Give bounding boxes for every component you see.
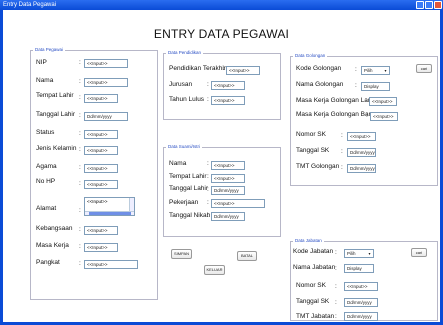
minimize-icon[interactable] — [416, 1, 424, 9]
label-kode-golongan: Kode Golongan — [296, 65, 342, 72]
label-tanggal-lahir-pasangan: Tanggal Lahir — [169, 185, 209, 192]
group-data-pegawai: Data Pegawai NIP : <<Input>> Nama : <<In… — [30, 47, 158, 300]
close-icon[interactable] — [434, 1, 442, 9]
cari-jabatan-button[interactable]: cari — [411, 248, 427, 257]
label-tempat-lahir-pasangan: Tempat Lahir — [169, 173, 207, 180]
label-pendidikan-terakhir: Pendidikan Terakhir — [169, 65, 226, 72]
label-alamat: Alamat — [36, 205, 57, 212]
agama-input[interactable]: <<Input>> — [84, 164, 118, 173]
kode-golongan-select[interactable]: Pilih ▾ — [361, 66, 390, 75]
label-nama-golongan: Nama Golongan — [296, 81, 344, 88]
tanggal-sk-jabatan-input[interactable]: Dd/mm/yyyy — [344, 298, 378, 307]
tanggal-lahir-input[interactable]: Dd/mm/yyyy — [84, 112, 128, 121]
label-status: Status — [36, 129, 55, 136]
masa-kerja-golongan-lama-input[interactable]: <<Input>> — [369, 97, 397, 106]
tanggal-sk-golongan-input[interactable]: Dd/mm/yyyy — [347, 148, 376, 157]
pendidikan-terakhir-input[interactable]: <<Input>> — [226, 66, 260, 75]
jurusan-input[interactable]: <<Input>> — [211, 81, 245, 90]
alamat-textarea[interactable]: <<Input>> — [84, 197, 135, 216]
label-masa-kerja-golongan-baru: Masa Kerja Golongan Baru — [296, 111, 375, 118]
alamat-value: <<Input>> — [87, 199, 108, 204]
tmt-golongan-input[interactable]: Dd/mm/yyyy — [347, 164, 376, 173]
label-tempat-lahir: Tempat Lahir — [36, 92, 74, 99]
tanggal-lahir-pasangan-input[interactable]: Dd/mm/yyyy — [211, 186, 245, 195]
group-data-suami-istri: Data Suami/Istri Nama : <<Input>> Tempat… — [163, 144, 281, 237]
label-masa-kerja: Masa Kerja — [36, 242, 69, 249]
label-tanggal-sk-golongan: Tanggal SK — [296, 147, 330, 154]
window-titlebar: Entry Data Pegawai — [0, 0, 443, 10]
label-nomor-sk-jabatan: Nomor SK — [296, 282, 326, 289]
group-legend: Data Jabatan — [293, 238, 324, 243]
nomor-sk-jabatan-input[interactable]: <<Input>> — [344, 282, 378, 291]
label-kode-jabatan: Kode Jabatan — [293, 248, 334, 255]
pangkat-input[interactable]: <<Input>> — [84, 260, 138, 269]
nomor-sk-golongan-input[interactable]: <<Input>> — [347, 132, 376, 141]
label-nama-pasangan: Nama — [169, 160, 187, 167]
label-nomor-sk-golongan: Nomor SK — [296, 131, 326, 138]
kode-golongan-value: Pilih — [364, 68, 373, 73]
label-nama-jabatan: Nama Jabatan — [293, 264, 336, 271]
keluar-button[interactable]: KELUAR — [204, 265, 225, 275]
tempat-lahir-pasangan-input[interactable]: <<Input>> — [211, 174, 245, 183]
batal-button[interactable]: BATAL — [237, 251, 257, 261]
label-tanggal-lahir: Tanggal Lahir — [36, 111, 76, 118]
group-data-pendidikan: Data Pendidikan Pendidikan Terakhir : <<… — [163, 50, 281, 120]
tempat-lahir-input[interactable]: <<Input>> — [84, 94, 118, 103]
label-kebangsaan: Kebangsaan — [36, 225, 73, 232]
status-input[interactable]: <<Input>> — [84, 130, 118, 139]
group-legend: Data Golongan — [293, 53, 328, 58]
masa-kerja-input[interactable]: <<Input>> — [84, 243, 118, 252]
nip-input[interactable]: <<Input>> — [84, 59, 128, 68]
nama-jabatan-display: Display — [344, 264, 374, 273]
no-hp-input[interactable]: <<Input>> — [84, 180, 118, 189]
chevron-down-icon[interactable]: ▾ — [367, 251, 372, 256]
label-jenis-kelamin: Jenis Kelamin — [36, 145, 77, 152]
jenis-kelamin-input[interactable]: <<Input>> — [84, 146, 118, 155]
nama-input[interactable]: <<Input>> — [84, 78, 128, 87]
label-no-hp: No HP — [36, 178, 56, 185]
group-data-golongan: Data Golongan Kode Golongan : Pilih ▾ ca… — [290, 53, 438, 186]
label-nip: NIP — [36, 59, 47, 66]
label-tmt-jabatan: TMT Jabatan — [296, 313, 335, 320]
alamat-horizontal-scrollbar[interactable] — [85, 211, 134, 215]
kode-jabatan-select[interactable]: Pilih ▾ — [344, 249, 374, 258]
label-tmt-golongan: TMT Golongan — [296, 163, 340, 170]
kebangsaan-input[interactable]: <<Input>> — [84, 226, 118, 235]
kode-jabatan-value: Pilih — [347, 251, 356, 256]
nama-golongan-display: Display — [361, 82, 390, 91]
cari-golongan-button[interactable]: cari — [416, 64, 432, 73]
label-pekerjaan: Pekerjaan — [169, 199, 199, 206]
label-agama: Agama — [36, 163, 57, 170]
window-title: Entry Data Pegawai — [3, 2, 57, 8]
label-tanggal-nikah: Tanggal Nikah — [169, 212, 211, 219]
label-nama: Nama — [36, 77, 54, 84]
label-jurusan: Jurusan — [169, 81, 193, 88]
group-data-jabatan: Data Jabatan Kode Jabatan : Pilih ▾ cari… — [290, 238, 438, 321]
simpan-button[interactable]: SIMPAN — [171, 249, 192, 259]
group-legend: Data Suami/Istri — [166, 144, 203, 149]
nama-pasangan-input[interactable]: <<Input>> — [211, 161, 245, 170]
tmt-jabatan-input[interactable]: Dd/mm/yyyy — [344, 312, 378, 321]
tahun-lulus-input[interactable]: <<Input>> — [211, 96, 245, 105]
label-tanggal-sk-jabatan: Tanggal SK — [296, 298, 330, 305]
page-title: ENTRY DATA PEGAWAI — [153, 27, 290, 41]
label-pangkat: Pangkat — [36, 259, 60, 266]
group-legend: Data Pendidikan — [166, 50, 204, 55]
masa-kerja-golongan-baru-input[interactable]: <<Input>> — [370, 112, 398, 121]
maximize-icon[interactable] — [425, 1, 433, 9]
scroll-thumb[interactable] — [89, 212, 131, 215]
pekerjaan-input[interactable]: <<Input>> — [211, 199, 265, 208]
chevron-down-icon[interactable]: ▾ — [383, 68, 388, 73]
tanggal-nikah-input[interactable]: Dd/mm/yyyy — [211, 212, 245, 221]
label-tahun-lulus: Tahun Lulus — [169, 96, 205, 103]
group-legend: Data Pegawai — [33, 47, 66, 52]
